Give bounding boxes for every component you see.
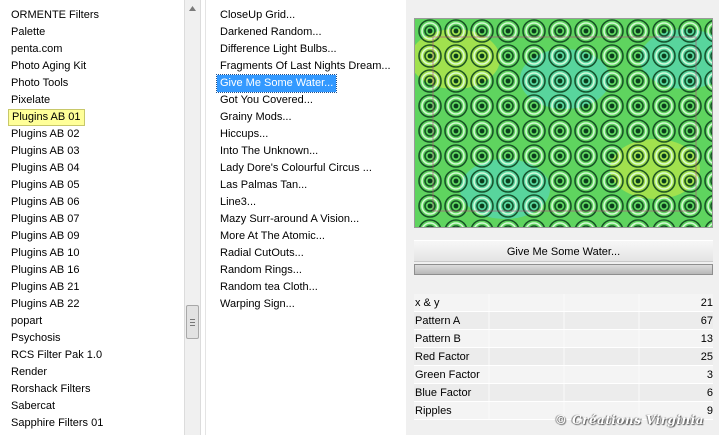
category-item[interactable]: RCS Filter Pak 1.0 [8, 347, 105, 364]
parameter-value: 3 [706, 369, 713, 381]
category-item[interactable]: Plugins AB 04 [8, 160, 83, 177]
parameter-label: Pattern A [415, 315, 461, 327]
preview-panel: Give Me Some Water... x & y 21 Pattern A 67… [406, 0, 719, 435]
parameter-label: x & y [415, 297, 440, 309]
filter-item[interactable]: Got You Covered... [217, 92, 316, 109]
filter-item[interactable]: Mazy Surr-around A Vision... [217, 211, 362, 228]
category-item[interactable]: Plugins AB 06 [8, 194, 83, 211]
filter-item[interactable]: Darkened Random... [217, 24, 325, 41]
filter-item[interactable]: Grainy Mods... [217, 109, 295, 126]
filter-name-bar: Give Me Some Water... [414, 240, 713, 262]
category-item[interactable]: ORMENTE Filters [8, 7, 102, 24]
category-item[interactable]: penta.com [8, 41, 65, 58]
filter-item[interactable]: Random tea Cloth... [217, 279, 321, 296]
parameter-list: x & y 21 Pattern A 67 Pattern B 13 Red Factor 2… [414, 294, 713, 420]
parameter-value: 67 [700, 315, 713, 327]
parameter-value: 13 [700, 333, 713, 345]
category-item[interactable]: Plugins AB 21 [8, 279, 83, 296]
category-item[interactable]: Rorshack Filters [8, 381, 93, 398]
category-scrollbar[interactable] [184, 0, 201, 435]
category-list[interactable]: ORMENTE Filters Palette penta.com Photo Agi… [0, 0, 184, 435]
category-item[interactable]: Photo Aging Kit [8, 58, 89, 75]
category-item[interactable]: Plugins AB 22 [8, 296, 83, 313]
grip-lines-icon [190, 322, 195, 323]
parameter-row[interactable]: Green Factor 3 [414, 366, 713, 384]
grip-lines-icon [190, 319, 195, 320]
category-item[interactable]: Palette [8, 24, 48, 41]
filter-item[interactable]: Warping Sign... [217, 296, 298, 313]
filter-item[interactable]: Radial CutOuts... [217, 245, 307, 262]
category-item[interactable]: Pixelate [8, 92, 53, 109]
parameter-value: 21 [700, 297, 713, 309]
category-item[interactable]: popart [8, 313, 45, 330]
parameter-value: 9 [706, 405, 713, 417]
parameter-label: Blue Factor [415, 387, 472, 399]
parameter-row[interactable]: Red Factor 25 [414, 348, 713, 366]
category-item[interactable]: Photo Tools [8, 75, 71, 92]
grip-lines-icon [190, 325, 195, 326]
filter-item[interactable]: CloseUp Grid... [217, 7, 298, 24]
parameter-label: Pattern B [415, 333, 461, 345]
category-item[interactable]: Render [8, 364, 50, 381]
filter-item[interactable]: Fragments Of Last Nights Dream... [217, 58, 394, 75]
parameter-value: 25 [700, 351, 713, 363]
watermark: © Créations Virginia [554, 413, 704, 427]
filter-item[interactable]: Line3... [217, 194, 259, 211]
category-item[interactable]: Sabercat [8, 398, 58, 415]
filter-item[interactable]: Into The Unknown... [217, 143, 321, 160]
filter-list[interactable]: CloseUp Grid... Darkened Random... Differe… [205, 0, 405, 435]
category-item[interactable]: Plugins AB 09 [8, 228, 83, 245]
filter-item[interactable]: More At The Atomic... [217, 228, 328, 245]
category-item[interactable]: Plugins AB 16 [8, 262, 83, 279]
category-item[interactable]: Plugins AB 07 [8, 211, 83, 228]
preview-pattern [415, 19, 712, 227]
triangle-up-icon [189, 6, 196, 11]
scroll-thumb[interactable] [186, 305, 199, 339]
category-item[interactable]: Plugins AB 02 [8, 126, 83, 143]
parameter-label: Green Factor [415, 369, 480, 381]
progress-bar [414, 264, 713, 275]
category-item[interactable]: Sapphire Filters 01 [8, 415, 106, 432]
filter-item[interactable]: Difference Light Bulbs... [217, 41, 340, 58]
parameter-row[interactable]: Pattern A 67 [414, 312, 713, 330]
category-item[interactable]: Plugins AB 01 [8, 109, 85, 126]
scroll-up-button[interactable] [185, 0, 200, 17]
category-item[interactable]: Plugins AB 05 [8, 177, 83, 194]
category-item[interactable]: Psychosis [8, 330, 64, 347]
filter-item[interactable]: Lady Dore's Colourful Circus ... [217, 160, 375, 177]
parameter-value: 6 [706, 387, 713, 399]
parameter-row[interactable]: Pattern B 13 [414, 330, 713, 348]
parameter-label: Red Factor [415, 351, 470, 363]
parameter-row[interactable]: x & y 21 [414, 294, 713, 312]
preview-image [414, 18, 713, 228]
filter-item[interactable]: Las Palmas Tan... [217, 177, 310, 194]
filter-item[interactable]: Give Me Some Water... [215, 74, 338, 93]
parameter-row[interactable]: Blue Factor 6 [414, 384, 713, 402]
category-item[interactable]: Plugins AB 03 [8, 143, 83, 160]
parameter-label: Ripples [415, 405, 452, 417]
filter-item[interactable]: Random Rings... [217, 262, 305, 279]
category-item[interactable]: Plugins AB 10 [8, 245, 83, 262]
filter-item[interactable]: Hiccups... [217, 126, 271, 143]
